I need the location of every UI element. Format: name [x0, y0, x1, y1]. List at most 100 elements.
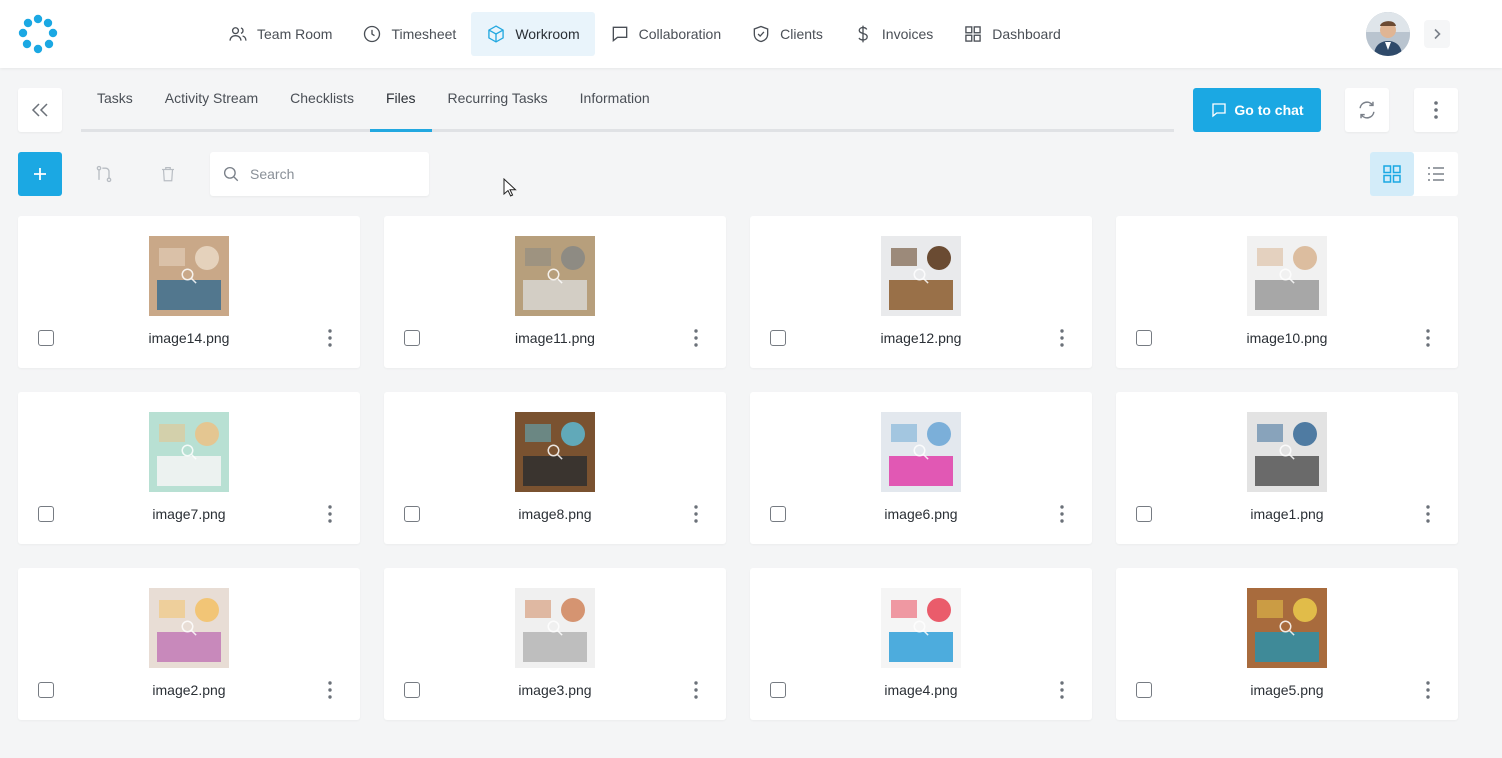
move-file-button[interactable] [82, 152, 126, 196]
delete-file-button[interactable] [146, 152, 190, 196]
collapse-sidebar-button[interactable] [18, 88, 62, 132]
trash-icon [162, 167, 174, 182]
file-select-checkbox[interactable] [404, 330, 420, 346]
file-thumbnail[interactable] [881, 412, 961, 492]
git-branch-icon [96, 165, 112, 183]
go-to-chat-button[interactable]: Go to chat [1193, 88, 1321, 132]
file-card[interactable]: image7.png [18, 392, 360, 544]
add-file-button[interactable] [18, 152, 62, 196]
file-name: image6.png [884, 506, 958, 522]
file-select-checkbox[interactable] [770, 682, 786, 698]
refresh-icon [1359, 101, 1375, 119]
nav-item-dashboard[interactable]: Dashboard [948, 12, 1076, 56]
file-thumbnail[interactable] [881, 236, 961, 316]
zoom-icon [181, 620, 197, 636]
file-card[interactable]: image1.png [1116, 392, 1458, 544]
file-options-button[interactable] [1418, 504, 1438, 524]
file-options-button[interactable] [686, 504, 706, 524]
file-select-checkbox[interactable] [1136, 506, 1152, 522]
nav-item-workroom[interactable]: Workroom [471, 12, 595, 56]
file-name: image1.png [1250, 506, 1324, 522]
file-thumbnail[interactable] [1247, 412, 1327, 492]
app-logo[interactable] [16, 14, 60, 54]
file-options-button[interactable] [686, 328, 706, 348]
grid-view-button[interactable] [1370, 152, 1414, 196]
tab-activity-stream[interactable]: Activity Stream [149, 84, 274, 129]
file-options-button[interactable] [1418, 328, 1438, 348]
list-view-button[interactable] [1414, 152, 1458, 196]
search-input[interactable] [250, 166, 410, 182]
file-select-checkbox[interactable] [38, 506, 54, 522]
file-name: image7.png [152, 506, 226, 522]
file-card[interactable]: image8.png [384, 392, 726, 544]
file-options-button[interactable] [320, 504, 340, 524]
file-select-checkbox[interactable] [1136, 330, 1152, 346]
file-options-button[interactable] [686, 680, 706, 700]
nav-label: Collaboration [638, 26, 722, 42]
file-name: image10.png [1246, 330, 1328, 346]
file-thumbnail[interactable] [149, 588, 229, 668]
file-name: image12.png [880, 330, 962, 346]
dollar-icon [858, 25, 868, 43]
file-options-button[interactable] [320, 328, 340, 348]
expand-profile-button[interactable] [1424, 20, 1450, 48]
tab-files[interactable]: Files [369, 84, 432, 132]
tab-tasks[interactable]: Tasks [81, 84, 149, 129]
file-options-button[interactable] [1052, 504, 1072, 524]
mouse-cursor-icon [503, 178, 517, 197]
file-options-button[interactable] [1052, 328, 1072, 348]
file-options-button[interactable] [320, 680, 340, 700]
file-select-checkbox[interactable] [770, 506, 786, 522]
nav-item-team-room[interactable]: Team Room [213, 12, 347, 56]
tab-checklists[interactable]: Checklists [274, 84, 370, 129]
file-options-button[interactable] [1418, 680, 1438, 700]
file-card[interactable]: image11.png [384, 216, 726, 368]
file-thumbnail[interactable] [515, 236, 595, 316]
file-select-checkbox[interactable] [404, 506, 420, 522]
file-thumbnail[interactable] [149, 236, 229, 316]
file-card[interactable]: image3.png [384, 568, 726, 720]
file-select-checkbox[interactable] [1136, 682, 1152, 698]
nav-label: Timesheet [391, 26, 457, 42]
file-select-checkbox[interactable] [770, 330, 786, 346]
zoom-icon [547, 444, 563, 460]
nav-item-invoices[interactable]: Invoices [838, 12, 948, 56]
file-card[interactable]: image10.png [1116, 216, 1458, 368]
grid-icon [965, 26, 982, 42]
vertical-dots-icon [1060, 329, 1064, 347]
user-avatar[interactable] [1366, 12, 1410, 56]
nav-item-collaboration[interactable]: Collaboration [595, 12, 737, 56]
nav-item-timesheet[interactable]: Timesheet [347, 12, 471, 56]
file-card[interactable]: image14.png [18, 216, 360, 368]
file-thumbnail[interactable] [1247, 588, 1327, 668]
vertical-dots-icon [1060, 681, 1064, 699]
file-card[interactable]: image12.png [750, 216, 1092, 368]
file-thumbnail[interactable] [515, 588, 595, 668]
file-options-button[interactable] [1052, 680, 1072, 700]
file-name: image5.png [1250, 682, 1324, 698]
clock-icon [364, 25, 381, 43]
file-name: image2.png [152, 682, 226, 698]
file-select-checkbox[interactable] [38, 330, 54, 346]
more-options-button[interactable] [1414, 88, 1458, 132]
chat-bubble-icon [612, 26, 627, 43]
refresh-button[interactable] [1345, 88, 1389, 132]
zoom-icon [547, 620, 563, 636]
tab-information[interactable]: Information [564, 84, 666, 129]
tab-recurring-tasks[interactable]: Recurring Tasks [432, 84, 564, 129]
file-select-checkbox[interactable] [404, 682, 420, 698]
cube-icon [488, 25, 505, 43]
file-thumbnail[interactable] [515, 412, 595, 492]
file-card[interactable]: image2.png [18, 568, 360, 720]
file-thumbnail[interactable] [1247, 236, 1327, 316]
file-card[interactable]: image6.png [750, 392, 1092, 544]
file-thumbnail[interactable] [149, 412, 229, 492]
file-select-checkbox[interactable] [38, 682, 54, 698]
nav-item-clients[interactable]: Clients [736, 12, 838, 56]
main-nav: Team Room Timesheet Workroom Collaborati… [213, 12, 1076, 56]
file-thumbnail[interactable] [881, 588, 961, 668]
file-card[interactable]: image4.png [750, 568, 1092, 720]
file-card[interactable]: image5.png [1116, 568, 1458, 720]
vertical-dots-icon [1426, 505, 1430, 523]
go-to-chat-label: Go to chat [1234, 102, 1304, 118]
